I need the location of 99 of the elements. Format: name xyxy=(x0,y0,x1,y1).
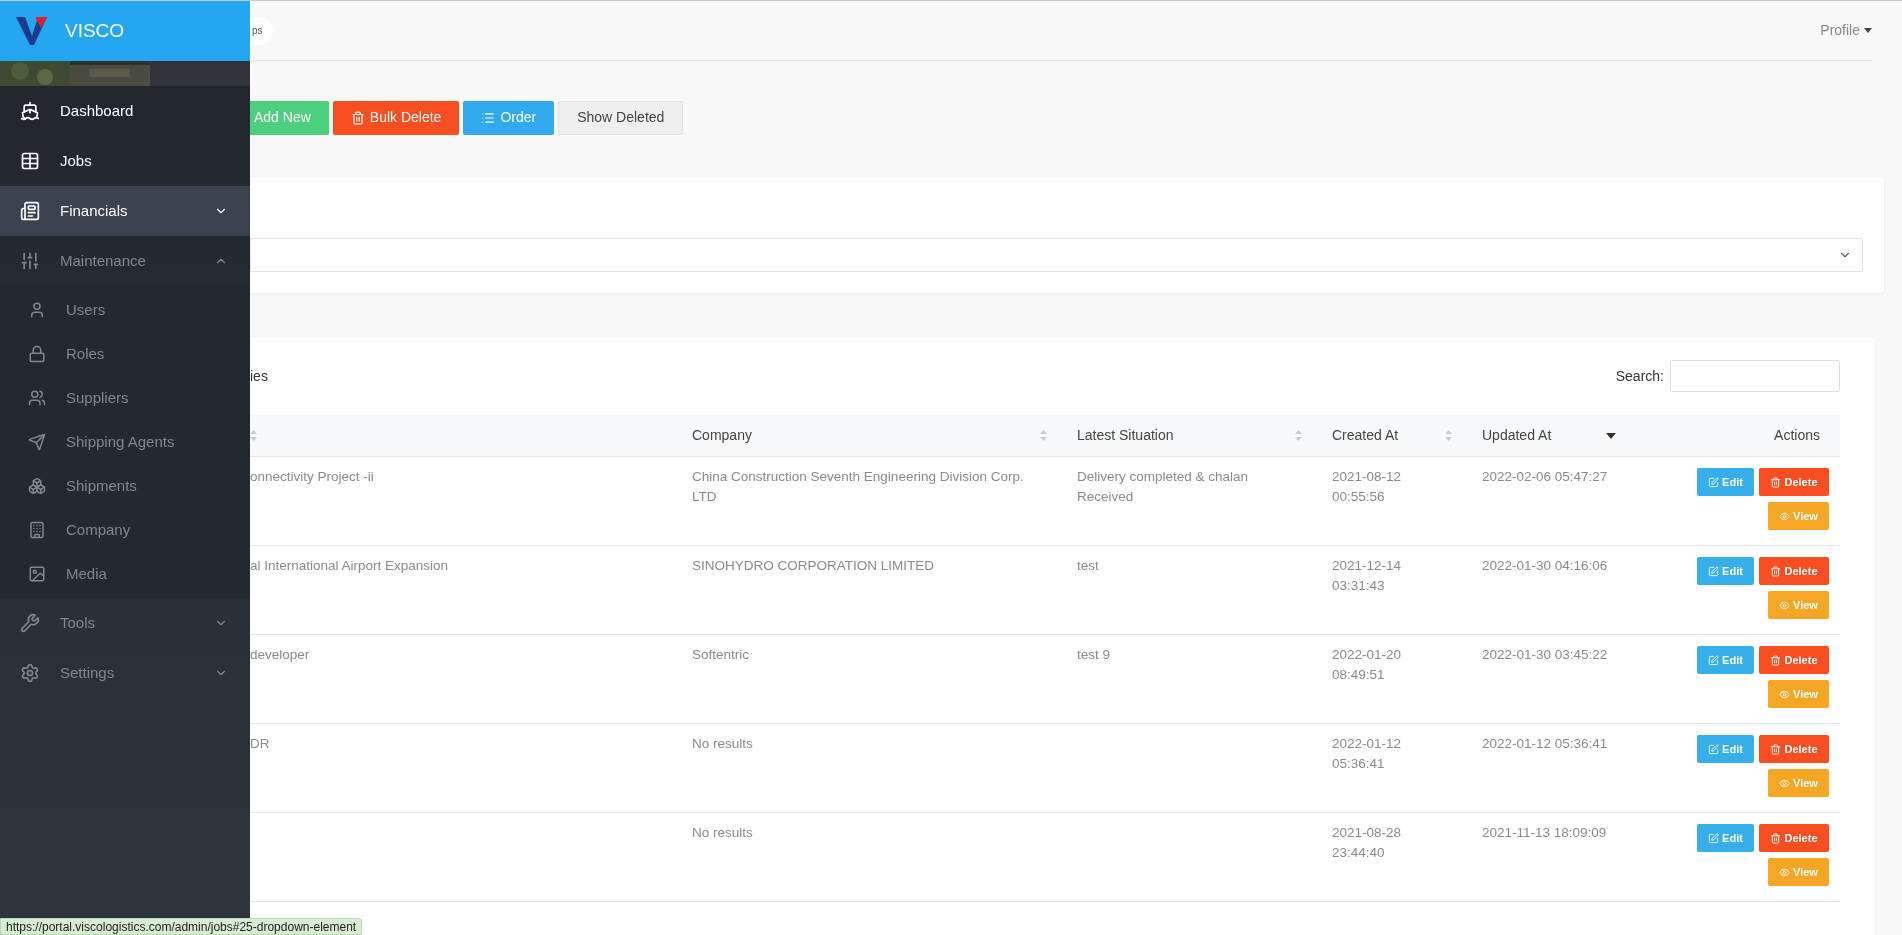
table-cell: 2022-01-30 03:45:22 xyxy=(1482,647,1608,662)
column-header[interactable]: Actions xyxy=(1774,425,1820,446)
tools-icon xyxy=(20,613,40,633)
submenu-item[interactable]: Company xyxy=(0,508,250,552)
eye-icon xyxy=(1779,599,1791,611)
view-button[interactable]: View xyxy=(1768,858,1829,886)
edit-button[interactable]: Edit xyxy=(1697,735,1754,763)
sidebar-item[interactable]: Jobs xyxy=(0,136,250,186)
paper-plane-icon xyxy=(28,433,46,451)
sidebar-item[interactable]: Financials xyxy=(0,186,250,236)
submenu-item[interactable]: Shipping Agents xyxy=(0,420,250,464)
trash-icon xyxy=(1770,832,1782,844)
edit-icon xyxy=(1708,654,1720,666)
edit-button[interactable]: Edit xyxy=(1697,557,1754,585)
eye-icon xyxy=(1779,510,1791,522)
eye-icon xyxy=(1779,688,1791,700)
list-icon xyxy=(481,110,496,125)
table-cell: 2021-11-13 18:09:09 xyxy=(1482,825,1607,840)
table-icon xyxy=(20,151,40,171)
trash-icon xyxy=(350,110,365,125)
submenu-item[interactable]: Shipments xyxy=(0,464,250,508)
column-header[interactable]: Updated At xyxy=(1482,425,1552,446)
filter-select[interactable] xyxy=(250,238,1863,272)
trash-icon xyxy=(1770,476,1782,488)
table-cell: DR xyxy=(250,736,270,751)
table-cell: Softentric xyxy=(692,647,750,662)
edit-button[interactable]: Edit xyxy=(1697,468,1754,496)
submenu-item[interactable]: Suppliers xyxy=(0,376,250,420)
sidebar-item[interactable]: Tools xyxy=(0,598,250,648)
people-icon xyxy=(28,389,46,407)
ship-icon xyxy=(20,101,40,121)
submenu-item[interactable]: Media xyxy=(0,552,250,596)
table-cell: 2022-01-20 08:49:51 xyxy=(1332,647,1402,682)
table-cell: 2021-08-28 23:44:40 xyxy=(1332,825,1402,860)
table-cell: developer xyxy=(250,647,310,662)
show-deleted-button[interactable]: Show Deleted xyxy=(558,100,684,135)
entries-label: ies xyxy=(250,366,268,386)
table-cell: China Construction Seventh Engineering Division Corp. LTD xyxy=(692,469,1024,504)
trash-icon xyxy=(1770,654,1782,666)
edit-icon xyxy=(1708,743,1720,755)
profile-menu[interactable]: Profile xyxy=(1820,20,1872,41)
settings-icon xyxy=(20,663,40,683)
table-cell: test xyxy=(1077,558,1099,573)
brand-name: VISCO xyxy=(65,18,125,43)
table-cell: 2022-02-06 05:47:27 xyxy=(1482,469,1608,484)
eye-icon xyxy=(1779,866,1791,878)
delete-button[interactable]: Delete xyxy=(1759,468,1829,496)
edit-icon xyxy=(1708,832,1720,844)
sidebar-item[interactable]: Maintenance xyxy=(0,236,250,286)
building-icon xyxy=(28,521,46,539)
table-cell: al International Airport Expansion xyxy=(250,558,449,573)
lock-icon xyxy=(28,345,46,363)
caret-icon xyxy=(1864,28,1872,33)
edit-icon xyxy=(1708,565,1720,577)
view-button[interactable]: View xyxy=(1768,591,1829,619)
table-cell: No results xyxy=(692,825,753,840)
table-cell: onnectivity Project -ii xyxy=(250,469,374,484)
column-header[interactable]: Created At xyxy=(1332,425,1399,446)
status-url: https://portal.viscologistics.com/admin/jobs#25-dropdown-element xyxy=(0,918,363,935)
column-header[interactable]: Latest Situation xyxy=(1077,425,1174,446)
trash-icon xyxy=(1770,565,1782,577)
breadcrumb[interactable]: ps xyxy=(250,16,273,45)
delete-button[interactable]: Delete xyxy=(1759,735,1829,763)
table-cell: 2022-01-12 05:36:41 xyxy=(1332,736,1402,771)
table-cell: Delivery completed & chalan Received xyxy=(1077,469,1249,504)
sidebar-item[interactable]: Settings xyxy=(0,648,250,698)
view-button[interactable]: View xyxy=(1768,769,1829,797)
table-cell: 2021-12-14 03:31:43 xyxy=(1332,558,1402,593)
edit-button[interactable]: Edit xyxy=(1697,646,1754,674)
boxes-icon xyxy=(28,477,46,495)
submenu-item[interactable]: Roles xyxy=(0,332,250,376)
eye-icon xyxy=(1779,777,1791,789)
delete-button[interactable]: Delete xyxy=(1759,557,1829,585)
user-icon xyxy=(28,301,46,319)
submenu-item[interactable]: Users xyxy=(0,288,250,332)
delete-button[interactable]: Delete xyxy=(1759,646,1829,674)
table-cell: test 9 xyxy=(1077,647,1111,662)
sidebar-item[interactable]: Dashboard xyxy=(0,86,250,136)
table-cell: 2022-01-30 04:16:06 xyxy=(1482,558,1608,573)
search-field[interactable] xyxy=(1670,360,1840,392)
edit-button[interactable]: Edit xyxy=(1697,824,1754,852)
table-cell: SINOHYDRO CORPORATION LIMITED xyxy=(692,558,935,573)
image-icon xyxy=(28,565,46,583)
sliders-icon xyxy=(20,251,40,271)
search-label: Search: xyxy=(1615,366,1664,386)
table-cell: No results xyxy=(692,736,753,751)
newspaper-icon xyxy=(20,201,40,221)
add-button[interactable]: Add New xyxy=(250,100,329,135)
delete-button[interactable]: Bulk Delete xyxy=(332,100,460,135)
order-button[interactable]: Order xyxy=(463,100,555,135)
table-cell: 2021-08-12 00:55:56 xyxy=(1332,469,1402,504)
delete-button[interactable]: Delete xyxy=(1759,824,1829,852)
edit-icon xyxy=(1708,476,1720,488)
column-header[interactable]: Company xyxy=(692,425,752,446)
logo-icon xyxy=(15,14,49,48)
view-button[interactable]: View xyxy=(1768,680,1829,708)
trash-icon xyxy=(1770,743,1782,755)
view-button[interactable]: View xyxy=(1768,502,1829,530)
table-cell: 2022-01-12 05:36:41 xyxy=(1482,736,1608,751)
